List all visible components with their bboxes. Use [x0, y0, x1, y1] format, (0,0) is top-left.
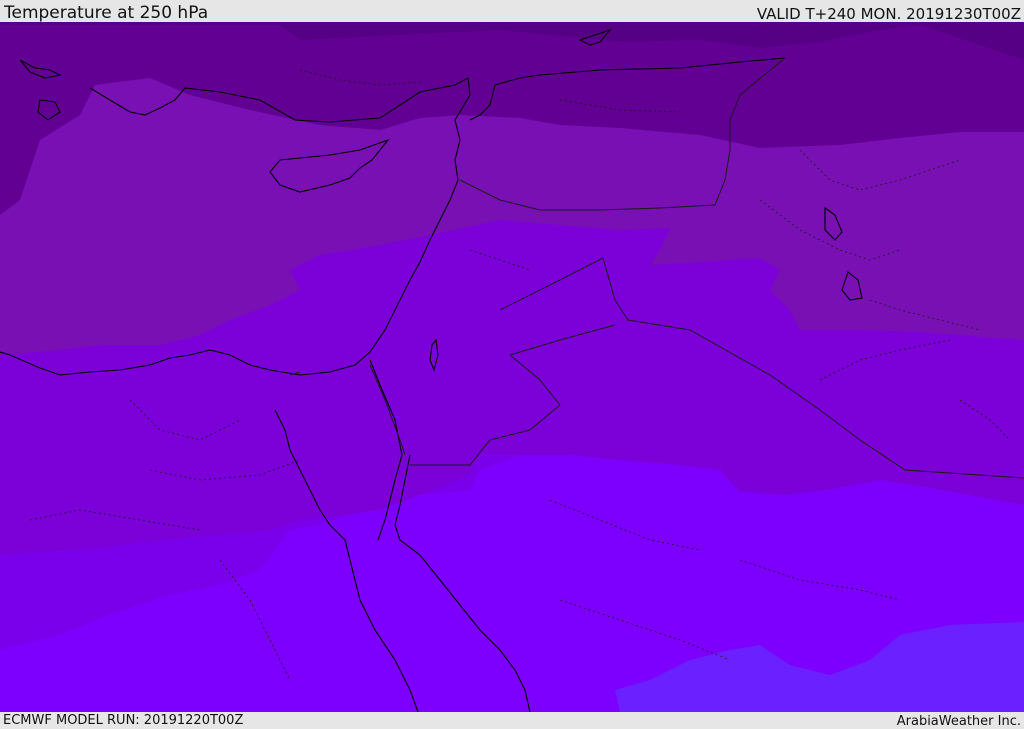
valid-time-label: VALID T+240 MON. 20191230T00Z — [756, 5, 1021, 23]
credit-label: ArabiaWeather Inc. — [896, 714, 1021, 729]
map-title: Temperature at 250 hPa — [4, 3, 209, 23]
footer-bar: ECMWF MODEL RUN: 20191220T00Z ArabiaWeat… — [0, 712, 1024, 729]
weather-map-frame: Temperature at 250 hPa VALID T+240 MON. … — [0, 0, 1024, 729]
model-run-label: ECMWF MODEL RUN: 20191220T00Z — [3, 713, 244, 728]
header-bar: Temperature at 250 hPa VALID T+240 MON. … — [0, 0, 1024, 23]
temperature-map[interactable] — [0, 20, 1024, 712]
map-canvas — [0, 20, 1024, 712]
